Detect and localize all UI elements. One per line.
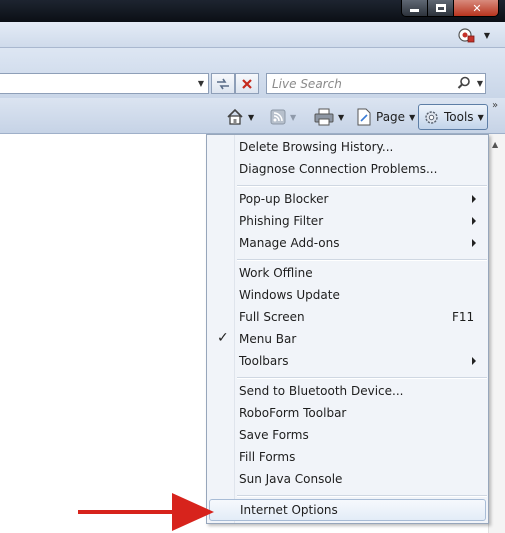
menu-item-label: Menu Bar [239,332,297,346]
search-options-dropdown[interactable]: ▼ [477,79,483,88]
menu-item-roboform-toolbar[interactable]: RoboForm Toolbar [209,403,486,425]
refresh-button[interactable] [211,73,235,94]
menu-separator [237,185,487,187]
vertical-scrollbar[interactable] [488,134,505,533]
chevron-down-icon: ▼ [477,112,484,122]
menu-item-label: Send to Bluetooth Device... [239,384,404,398]
menu-item-save-forms[interactable]: Save Forms [209,425,486,447]
search-icon[interactable] [457,76,471,90]
page-menu-button[interactable]: Page ▼ [356,106,415,128]
menu-item-shortcut: F11 [452,310,475,324]
menu-item-label: Work Offline [239,266,313,280]
menu-item-label: Pop-up Blocker [239,192,329,206]
restore-button[interactable] [428,0,454,16]
submenu-arrow-icon [472,195,476,203]
submenu-arrow-icon [472,217,476,225]
menu-item-label: Toolbars [239,354,289,368]
chevron-down-icon: ▼ [197,79,205,88]
home-button[interactable]: ▼ [226,106,254,128]
submenu-arrow-icon [472,239,476,247]
menu-item-phishing-filter[interactable]: Phishing Filter [209,211,486,233]
menu-item-label: Diagnose Connection Problems... [239,162,438,176]
feeds-button[interactable]: ▼ [270,106,296,128]
menu-separator [237,377,487,379]
scroll-up-icon[interactable]: ▲ [492,140,498,149]
tools-dropdown-menu: Delete Browsing History... Diagnose Conn… [206,134,489,524]
page-icon [357,108,371,126]
menu-separator [237,259,487,261]
minimize-icon [410,9,419,12]
chevron-down-icon: ▼ [248,112,255,122]
window-buttons: ✕ [401,0,499,17]
menu-item-toolbars[interactable]: Toolbars [209,351,486,373]
menu-item-label: Save Forms [239,428,309,442]
menu-item-sun-java-console[interactable]: Sun Java Console [209,469,486,491]
menu-item-menu-bar[interactable]: ✓ Menu Bar [209,329,486,351]
menu-item-label: Sun Java Console [239,472,343,486]
gear-icon [425,110,438,124]
tools-menu-button[interactable]: Tools ▼ [418,104,488,130]
menu-item-label: RoboForm Toolbar [239,406,347,420]
menu-item-label: Phishing Filter [239,214,324,228]
menu-item-diagnose-connection[interactable]: Diagnose Connection Problems... [209,159,486,181]
close-icon: ✕ [472,1,482,15]
menu-item-fill-forms[interactable]: Fill Forms [209,447,486,469]
menu-item-label: Windows Update [239,288,340,302]
menu-item-manage-addons[interactable]: Manage Add-ons [209,233,486,255]
ie-options-icon [458,28,475,43]
printer-icon [314,108,334,126]
close-button[interactable]: ✕ [454,0,498,16]
menu-item-label: Fill Forms [239,450,296,464]
window-title-bar: ✕ [0,0,505,22]
search-input[interactable]: Live Search ▼ [266,73,486,94]
menu-item-popup-blocker[interactable]: Pop-up Blocker [209,189,486,211]
checkmark-icon: ✓ [217,330,229,346]
search-placeholder: Live Search [272,77,342,91]
menu-item-label: Internet Options [240,503,338,517]
chevron-down-icon: ▼ [483,30,491,40]
ie-options-dropdown[interactable]: ▼ [480,25,494,45]
menu-item-windows-update[interactable]: Windows Update [209,285,486,307]
toolbar-overflow-icon[interactable]: » [492,100,498,111]
menu-item-label: Delete Browsing History... [239,140,394,154]
stop-button[interactable] [235,73,259,94]
menu-item-label: Manage Add-ons [239,236,340,250]
menu-item-work-offline[interactable]: Work Offline [209,263,486,285]
chevron-down-icon: ▼ [409,112,416,122]
chevron-down-icon: ▼ [338,112,345,122]
annotation-arrow-icon [78,493,214,531]
annotation-arrow-head [172,493,214,531]
menu-item-internet-options[interactable]: Internet Options [209,499,486,521]
address-dropdown-button[interactable]: ▼ [193,73,209,94]
submenu-arrow-icon [472,357,476,365]
rss-feed-icon [270,109,286,125]
tab-strip: ▼ [0,22,505,48]
address-input[interactable] [0,73,209,94]
stop-x-icon [242,78,252,89]
menu-item-send-to-bluetooth[interactable]: Send to Bluetooth Device... [209,381,486,403]
page-menu-label: Page [376,110,406,124]
restore-icon [435,4,446,12]
menu-item-full-screen[interactable]: Full Screen F11 [209,307,486,329]
refresh-arrows-icon [217,78,229,89]
menu-item-label: Full Screen [239,310,305,324]
menu-item-delete-browsing-history[interactable]: Delete Browsing History... [209,137,486,159]
minimize-button[interactable] [402,0,428,16]
home-icon [227,108,243,125]
menu-separator [237,495,487,497]
annotation-arrow-shaft [78,510,174,514]
chevron-down-icon: ▼ [290,112,297,122]
print-button[interactable]: ▼ [314,106,344,128]
tools-menu-label: Tools [444,110,474,124]
address-bar-row: ▼ Live Search ▼ [0,48,505,98]
ie-options-button[interactable] [455,25,477,45]
